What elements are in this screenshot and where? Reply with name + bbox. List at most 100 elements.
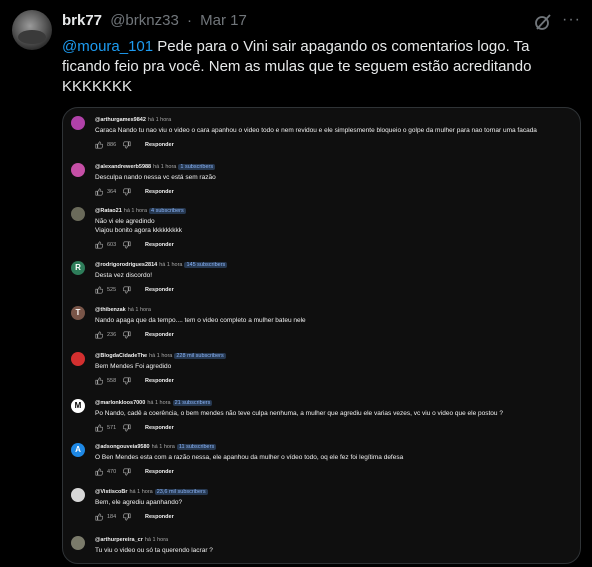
- author-avatar[interactable]: [12, 10, 52, 50]
- comment-time: há 1 hora: [151, 444, 175, 450]
- dislike-icon[interactable]: [122, 241, 131, 249]
- dislike-icon[interactable]: [122, 377, 131, 385]
- reply-button[interactable]: Responder: [145, 514, 174, 520]
- like-icon[interactable]: [95, 424, 104, 432]
- commenter-handle[interactable]: @alexandrewerb5988: [95, 164, 151, 170]
- dislike-icon[interactable]: [122, 424, 131, 432]
- like-count: 886: [107, 142, 117, 148]
- commenter-avatar[interactable]: [71, 116, 85, 130]
- commenter-avatar[interactable]: [71, 207, 85, 221]
- dislike-icon[interactable]: [122, 331, 131, 339]
- comment-text: O Ben Mendes esta com a razão nessa, ele…: [95, 454, 404, 461]
- tweet-date[interactable]: Mar 17: [200, 12, 247, 29]
- like-count: 470: [107, 469, 117, 475]
- subscriber-badge: 4 subscribers: [149, 208, 186, 214]
- comment-time: há 1 hora: [127, 307, 151, 313]
- subscriber-badge: 228 mil subscribers: [174, 353, 226, 359]
- subscriber-badge: 21 subscribers: [172, 400, 213, 406]
- dislike-icon[interactable]: [122, 141, 131, 149]
- commenter-avatar[interactable]: M: [71, 399, 85, 413]
- tweet-header: brk77 @brknz33 · Mar 17: [62, 12, 247, 29]
- commenter-avatar[interactable]: [71, 536, 85, 550]
- comment-meta: @Ratao21 há 1 hora 4 subscribers: [95, 207, 186, 215]
- display-name[interactable]: brk77: [62, 12, 102, 29]
- commenter-handle[interactable]: @Ratao21: [95, 208, 122, 214]
- like-count: 558: [107, 378, 117, 384]
- dislike-icon[interactable]: [122, 468, 131, 476]
- comment-text: Tu viu o video ou só ta querendo lacrar …: [95, 547, 213, 554]
- tweet-text: @moura_101 Pede para o Vini sair apagand…: [62, 37, 562, 97]
- commenter-handle[interactable]: @VistiscoBr: [95, 489, 127, 495]
- like-icon[interactable]: [95, 513, 104, 521]
- comment-text: Não vi ele agredindo Viajou bonito agora…: [95, 218, 182, 234]
- dislike-icon[interactable]: [122, 513, 131, 521]
- comment-meta: @rodrigorodrigues2814 há 1 hora 145 subscr…: [95, 261, 228, 269]
- commenter-handle[interactable]: @adsongouveia9580: [95, 444, 150, 450]
- separator-dot: ·: [186, 12, 192, 29]
- comment-meta: @marlonkloos7000 há 1 hora 21 subscribers: [95, 399, 213, 407]
- comment-meta: @arthurpereira_cr há 1 hora: [95, 536, 168, 544]
- comment-text: Bem Mendes Foi agredido: [95, 363, 172, 370]
- commenter-avatar[interactable]: A: [71, 443, 85, 457]
- like-count: 571: [107, 425, 117, 431]
- subscriber-badge: 23,6 mil subscribers: [154, 489, 208, 495]
- comment-meta: @arthurgames9842 há 1 hora: [95, 116, 171, 124]
- like-icon[interactable]: [95, 141, 104, 149]
- comment-meta: @BlogdaCidadeThe há 1 hora 228 mil subscri…: [95, 352, 226, 360]
- commenter-avatar[interactable]: [71, 163, 85, 177]
- comment-time: há 1 hora: [123, 208, 148, 214]
- comment-text: Nando apaga que da tempo.... tem o video…: [95, 317, 306, 324]
- reply-button[interactable]: Responder: [145, 142, 174, 148]
- commenter-handle[interactable]: @arthurpereira_cr: [95, 537, 143, 543]
- commenter-avatar[interactable]: T: [71, 306, 85, 320]
- comment-time: há 1 hora: [144, 537, 169, 543]
- attached-screenshot[interactable]: @arthurgames9842 há 1 hora Caraca Nando tu…: [62, 107, 581, 564]
- comment-text: Po Nando, cadê a coerência, o bem mendes…: [95, 410, 503, 417]
- reply-button[interactable]: Responder: [145, 425, 174, 431]
- like-count: 603: [107, 242, 117, 248]
- like-icon[interactable]: [95, 377, 104, 385]
- like-count: 525: [107, 287, 117, 293]
- comment-text: Desta vez discordo!: [95, 272, 153, 279]
- subscriber-badge: 1 subscribers: [178, 164, 216, 170]
- subscriber-badge: 11 subscribers: [176, 444, 217, 450]
- comment-time: há 1 hora: [147, 117, 172, 123]
- reply-button[interactable]: Responder: [145, 469, 174, 475]
- commenter-handle[interactable]: @BlogdaCidadeThe: [95, 353, 147, 359]
- like-icon[interactable]: [95, 241, 104, 249]
- commenter-avatar[interactable]: [71, 488, 85, 502]
- commenter-avatar[interactable]: [71, 352, 85, 366]
- reply-button[interactable]: Responder: [145, 287, 174, 293]
- like-icon[interactable]: [95, 331, 104, 339]
- reply-button[interactable]: Responder: [145, 189, 174, 195]
- reply-button[interactable]: Responder: [145, 378, 174, 384]
- commenter-handle[interactable]: @marlonkloos7000: [95, 400, 145, 406]
- subscriber-badge: 145 subscribers: [184, 262, 228, 268]
- mention-link[interactable]: @moura_101: [62, 38, 153, 55]
- comment-text: Desculpa nando nessa vc está sem razão: [95, 174, 216, 181]
- like-icon[interactable]: [95, 468, 104, 476]
- comment-time: há 1 hora: [149, 353, 173, 359]
- comment-meta: @adsongouveia9580 há 1 hora 11 subscribers: [95, 443, 217, 451]
- like-icon[interactable]: [95, 188, 104, 196]
- comment-text: Caraca Nando tu nao viu o video o cara a…: [95, 127, 537, 134]
- commenter-avatar[interactable]: R: [71, 261, 85, 275]
- like-count: 184: [107, 514, 117, 520]
- comment-meta: @alexandrewerb5988 há 1 hora 1 subscribers: [95, 163, 216, 171]
- like-icon[interactable]: [95, 286, 104, 294]
- reply-button[interactable]: Responder: [145, 332, 174, 338]
- more-options-icon[interactable]: ···: [562, 10, 582, 30]
- commenter-handle[interactable]: @arthurgames9842: [95, 117, 146, 123]
- comment-time: há 1 hora: [153, 164, 177, 170]
- grok-icon[interactable]: [533, 12, 553, 32]
- dislike-icon[interactable]: [122, 286, 131, 294]
- user-handle[interactable]: @brknz33: [110, 12, 179, 29]
- commenter-handle[interactable]: @rodrigorodrigues2814: [95, 262, 157, 268]
- like-count: 364: [107, 189, 117, 195]
- commenter-handle[interactable]: @thibenzak: [95, 307, 126, 313]
- comment-meta: @thibenzak há 1 hora: [95, 306, 151, 314]
- comment-time: há 1 hora: [129, 489, 153, 495]
- reply-button[interactable]: Responder: [145, 242, 174, 248]
- dislike-icon[interactable]: [122, 188, 131, 196]
- comment-time: há 1 hora: [147, 400, 171, 406]
